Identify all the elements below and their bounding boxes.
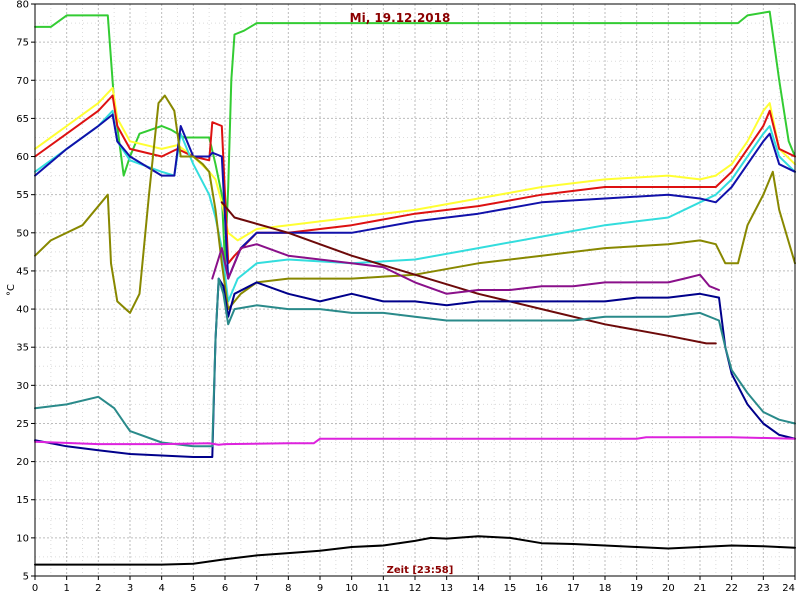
chart-title: Mi, 19.12.2018 bbox=[350, 11, 451, 25]
temperature-chart: 51015202530354045505560657075800 1 2 3 4 5 6 7 8… bbox=[0, 0, 800, 600]
x-axis-time-label: Zeit [23:58] bbox=[387, 565, 454, 576]
y-tick-label: 60 bbox=[16, 152, 29, 163]
y-tick-label: 75 bbox=[16, 38, 29, 49]
x-tick-label: 18 bbox=[599, 583, 612, 594]
x-tick-label: 7 bbox=[253, 583, 259, 594]
y-tick-label: 10 bbox=[16, 533, 29, 544]
x-tick-label: 13 bbox=[440, 583, 453, 594]
y-tick-label: 65 bbox=[16, 114, 29, 125]
x-tick-label: 11 bbox=[377, 583, 390, 594]
y-tick-label: 40 bbox=[16, 305, 29, 316]
x-tick-label: 22 bbox=[725, 583, 738, 594]
y-tick-label: 5 bbox=[23, 572, 29, 583]
x-tick-label: 1 bbox=[63, 583, 69, 594]
x-tick-label: 0 bbox=[32, 583, 38, 594]
x-tick-label: 23 bbox=[757, 583, 770, 594]
x-tick-label: 10 bbox=[345, 583, 358, 594]
y-tick-label: 70 bbox=[16, 76, 29, 87]
x-tick-label: 16 bbox=[535, 583, 548, 594]
x-tick-label: 20 bbox=[662, 583, 675, 594]
x-tick-label: 12 bbox=[409, 583, 422, 594]
y-tick-label: 80 bbox=[16, 0, 29, 11]
x-tick-label: 8 bbox=[285, 583, 291, 594]
y-tick-label: 30 bbox=[16, 381, 29, 392]
x-tick-label: 5 bbox=[190, 583, 196, 594]
chart-background bbox=[0, 0, 800, 600]
x-tick-label: 15 bbox=[504, 583, 517, 594]
x-tick-label: 6 bbox=[222, 583, 228, 594]
x-tick-label: 3 bbox=[127, 583, 133, 594]
x-tick-label: 17 bbox=[567, 583, 580, 594]
y-tick-label: 50 bbox=[16, 228, 29, 239]
y-axis-unit-label: °C bbox=[6, 284, 17, 296]
x-tick-label: 21 bbox=[694, 583, 707, 594]
y-tick-label: 35 bbox=[16, 343, 29, 354]
y-tick-label: 25 bbox=[16, 419, 29, 430]
x-tick-label: 19 bbox=[630, 583, 643, 594]
x-tick-label: 2 bbox=[95, 583, 101, 594]
y-tick-label: 45 bbox=[16, 266, 29, 277]
y-tick-label: 15 bbox=[16, 495, 29, 506]
x-tick-label: 14 bbox=[472, 583, 485, 594]
x-tick-label: 24 bbox=[782, 583, 795, 594]
x-tick-label: 9 bbox=[317, 583, 323, 594]
y-tick-label: 20 bbox=[16, 457, 29, 468]
x-tick-label: 4 bbox=[158, 583, 164, 594]
y-tick-label: 55 bbox=[16, 190, 29, 201]
